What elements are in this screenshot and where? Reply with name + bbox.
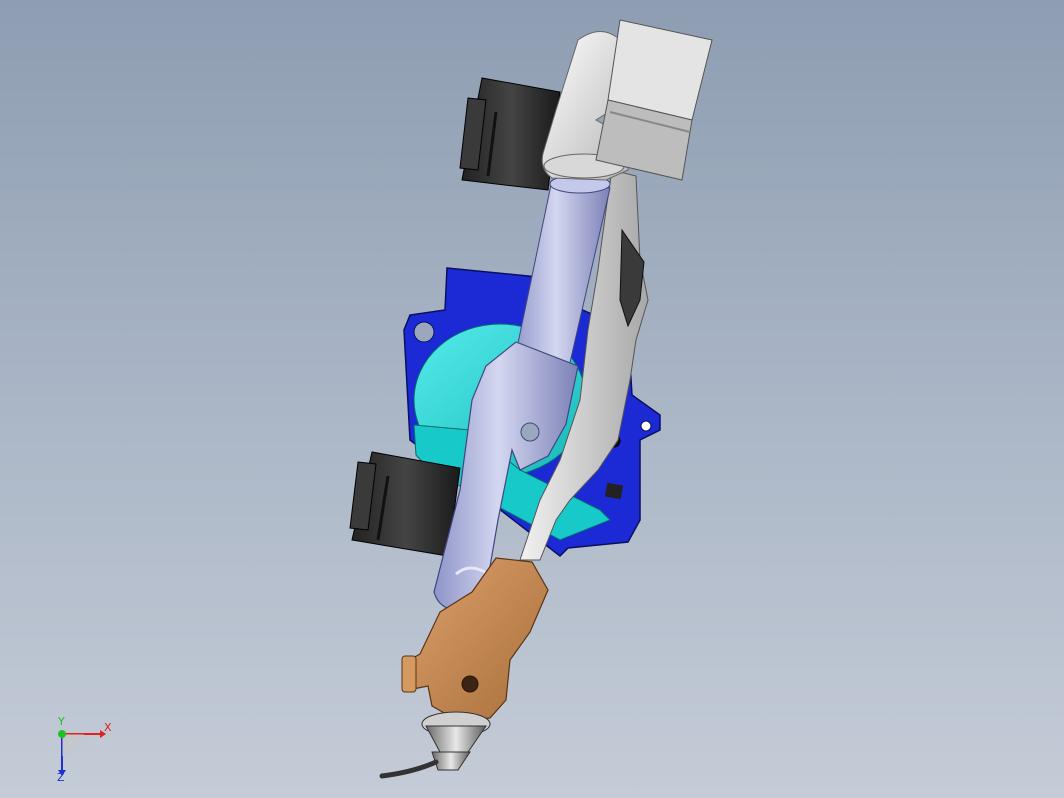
cable [379,759,439,779]
z-axis-label: Z [57,771,65,784]
y-axis-label: Y [58,715,65,728]
y-axis-arrow [58,730,66,738]
x-axis-label: X [104,721,112,734]
lower-motor[interactable] [349,451,461,557]
coordinate-triad: X Y Z [40,716,120,786]
upper-motor[interactable] [459,77,561,191]
3d-viewport[interactable]: X Y Z [0,0,1064,798]
robot-arm-model[interactable] [0,0,1064,798]
